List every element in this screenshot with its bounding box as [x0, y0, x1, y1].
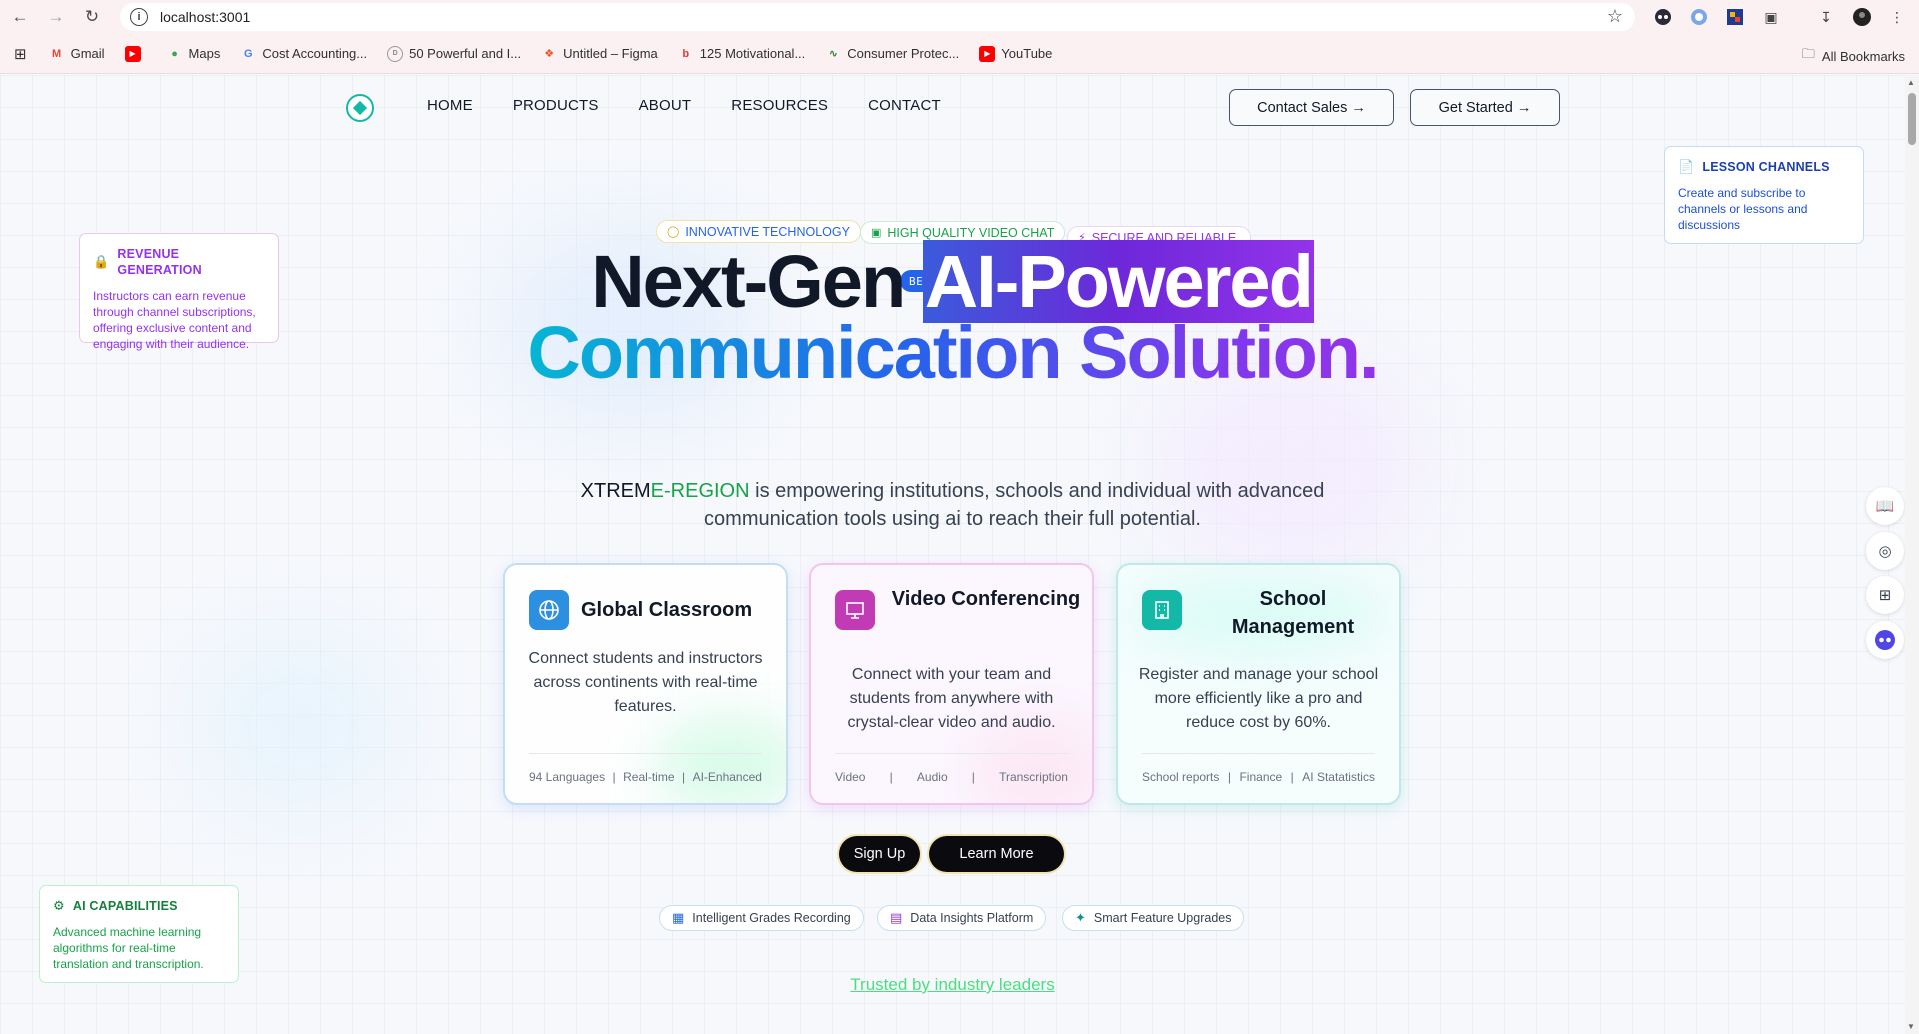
- bookmark-consumer[interactable]: ∿ Consumer Protec...: [825, 46, 960, 62]
- trusted-by-link[interactable]: Trusted by industry leaders: [0, 975, 1905, 995]
- card-title: School Management: [1231, 588, 1355, 638]
- card-meta: School reports | Finance | AI Statatistics: [1142, 770, 1375, 784]
- bookmark-motivational[interactable]: b 125 Motivational...: [678, 46, 805, 62]
- card-text: Create and subscribe to channels or less…: [1678, 186, 1808, 232]
- brain-icon: ⚙: [53, 898, 65, 913]
- sparkle-icon: ✦: [1075, 910, 1086, 925]
- gmail-icon: M: [51, 47, 62, 60]
- bar-chart-icon: ▤: [890, 910, 903, 925]
- video-conferencing-card[interactable]: Video Conferencing Connect with your tea…: [809, 563, 1094, 805]
- card-description: Connect with your team and students from…: [847, 666, 1056, 731]
- bookmark-youtube[interactable]: ▶ YouTube: [979, 45, 1052, 62]
- address-bar[interactable]: i localhost:3001 ☆: [120, 3, 1635, 31]
- feature-data-insights: ▤ Data Insights Platform: [877, 905, 1047, 931]
- figma-icon: ❖: [544, 48, 555, 60]
- ai-capabilities-card: ⚙ AI CAPABILITIES Advanced machine learni…: [39, 885, 239, 983]
- bookmark-50-powerful[interactable]: D 50 Powerful and I...: [387, 45, 521, 62]
- feature-smart-upgrades: ✦ Smart Feature Upgrades: [1062, 905, 1245, 931]
- card-title: AI CAPABILITIES: [72, 899, 178, 913]
- hero-heading-line1: Next-Gen AI-Powered: [0, 240, 1905, 323]
- download-icon[interactable]: ↧: [1815, 6, 1837, 28]
- maps-icon: ●: [171, 47, 178, 60]
- feature-grades-recording: ▦ Intelligent Grades Recording: [659, 905, 864, 931]
- profile-avatar[interactable]: [1851, 6, 1873, 28]
- bookmark-cost-accounting[interactable]: G Cost Accounting...: [240, 46, 367, 62]
- card-description: Register and manage your school more eff…: [1138, 666, 1379, 731]
- card-title: Global Classroom: [581, 599, 753, 621]
- card-description: Connect students and instructors across …: [528, 650, 763, 715]
- folder-icon: 🗀: [1801, 46, 1815, 61]
- site-icon: b: [682, 47, 690, 60]
- scrollbar-thumb[interactable]: [1908, 93, 1916, 145]
- apps-icon[interactable]: ⊞: [1866, 576, 1904, 614]
- extension-icon[interactable]: [1652, 6, 1674, 28]
- card-title: Video Conferencing: [891, 588, 1081, 610]
- bookmark-maps[interactable]: ● Maps: [167, 46, 220, 62]
- url-text[interactable]: localhost:3001: [160, 9, 250, 25]
- nav-contact[interactable]: CONTACT: [868, 97, 941, 114]
- learn-more-button[interactable]: Learn More: [929, 836, 1064, 872]
- main-nav: HOME PRODUCTS ABOUT RESOURCES CONTACT: [427, 97, 941, 114]
- nav-resources[interactable]: RESOURCES: [731, 97, 828, 114]
- all-bookmarks[interactable]: 🗀 All Bookmarks: [1802, 45, 1905, 67]
- menu-kebab-icon[interactable]: ⋮: [1886, 6, 1908, 28]
- sign-up-button[interactable]: Sign Up: [839, 836, 920, 872]
- bookmark-figma[interactable]: ❖ Untitled – Figma: [541, 46, 658, 62]
- chip-icon: ▦: [672, 910, 685, 925]
- scroll-up-icon[interactable]: ▲: [1907, 78, 1915, 87]
- apps-grid-icon[interactable]: ⊞: [14, 45, 27, 63]
- background-glow: [200, 635, 400, 815]
- bookmarks-bar: ⊞ M Gmail ▶ ● Maps G Cost Accounting... D 50…: [0, 34, 1919, 74]
- global-classroom-card[interactable]: Global Classroom Connect students and in…: [503, 563, 788, 805]
- site-info-icon[interactable]: i: [130, 8, 148, 26]
- scroll-down-icon[interactable]: ▼: [1907, 1022, 1915, 1031]
- back-icon[interactable]: ←: [2, 0, 38, 34]
- browser-toolbar: ← → ↻ i localhost:3001 ☆ ▣ ↧ ⋮: [0, 0, 1919, 34]
- extensions-puzzle-icon[interactable]: ▣: [1760, 6, 1782, 28]
- youtube-icon: ▶: [979, 45, 996, 62]
- hero-subtitle: XTREME-REGION is empowering institutions…: [580, 480, 1325, 530]
- nav-about[interactable]: ABOUT: [639, 97, 692, 114]
- contact-sales-button[interactable]: Contact Sales →: [1229, 89, 1394, 126]
- site-icon: ∿: [828, 48, 838, 60]
- lesson-channels-card: 📄 LESSON CHANNELS Create and subscribe to…: [1664, 146, 1864, 244]
- lightbulb-icon: ◯: [667, 226, 680, 238]
- youtube-icon: ▶: [124, 45, 141, 62]
- bookmark-star-icon[interactable]: ☆: [1607, 6, 1623, 27]
- card-title: LESSON CHANNELS: [1702, 160, 1830, 174]
- extension-icon[interactable]: [1688, 6, 1710, 28]
- brand-name-part1: XTREM: [580, 480, 651, 502]
- get-started-button[interactable]: Get Started →: [1410, 89, 1560, 126]
- nav-home[interactable]: HOME: [427, 97, 473, 114]
- landing-page: HOME PRODUCTS ABOUT RESOURCES CONTACT Co…: [0, 75, 1905, 1034]
- bookmark-gmail[interactable]: M Gmail: [49, 46, 105, 62]
- reload-icon[interactable]: ↻: [74, 0, 110, 34]
- card-meta: Video | Audio | Transcription: [835, 770, 1068, 784]
- bookmark-youtube-short[interactable]: ▶: [124, 45, 147, 62]
- extension-icon[interactable]: [1724, 6, 1746, 28]
- video-camera-icon: ▣: [871, 227, 882, 239]
- hero-heading-line2: Communication Solution.: [0, 316, 1905, 390]
- book-icon[interactable]: 📖: [1866, 487, 1904, 525]
- forward-icon[interactable]: →: [38, 0, 74, 34]
- school-management-card[interactable]: School Management Register and manage yo…: [1116, 563, 1401, 805]
- presentation-icon: [835, 590, 875, 630]
- site-logo[interactable]: [346, 94, 374, 122]
- card-text: Advanced machine learning algorithms for…: [53, 925, 204, 971]
- document-icon: 📄: [1678, 159, 1695, 174]
- podcast-icon[interactable]: ◎: [1866, 532, 1904, 570]
- google-icon: G: [244, 47, 253, 60]
- card-meta: 94 Languages | Real-time | AI-Enhanced: [529, 770, 762, 784]
- site-icon: D: [387, 45, 404, 62]
- hero-gradient-text: Communication Solution.: [527, 311, 1379, 394]
- brand-name-part2: E-REGION: [650, 480, 750, 502]
- building-icon: [1142, 590, 1182, 630]
- nav-products[interactable]: PRODUCTS: [513, 97, 599, 114]
- globe-icon: [529, 590, 569, 630]
- page-scrollbar[interactable]: ▲ ▼: [1905, 75, 1919, 1034]
- assistant-bot-icon[interactable]: [1866, 621, 1904, 659]
